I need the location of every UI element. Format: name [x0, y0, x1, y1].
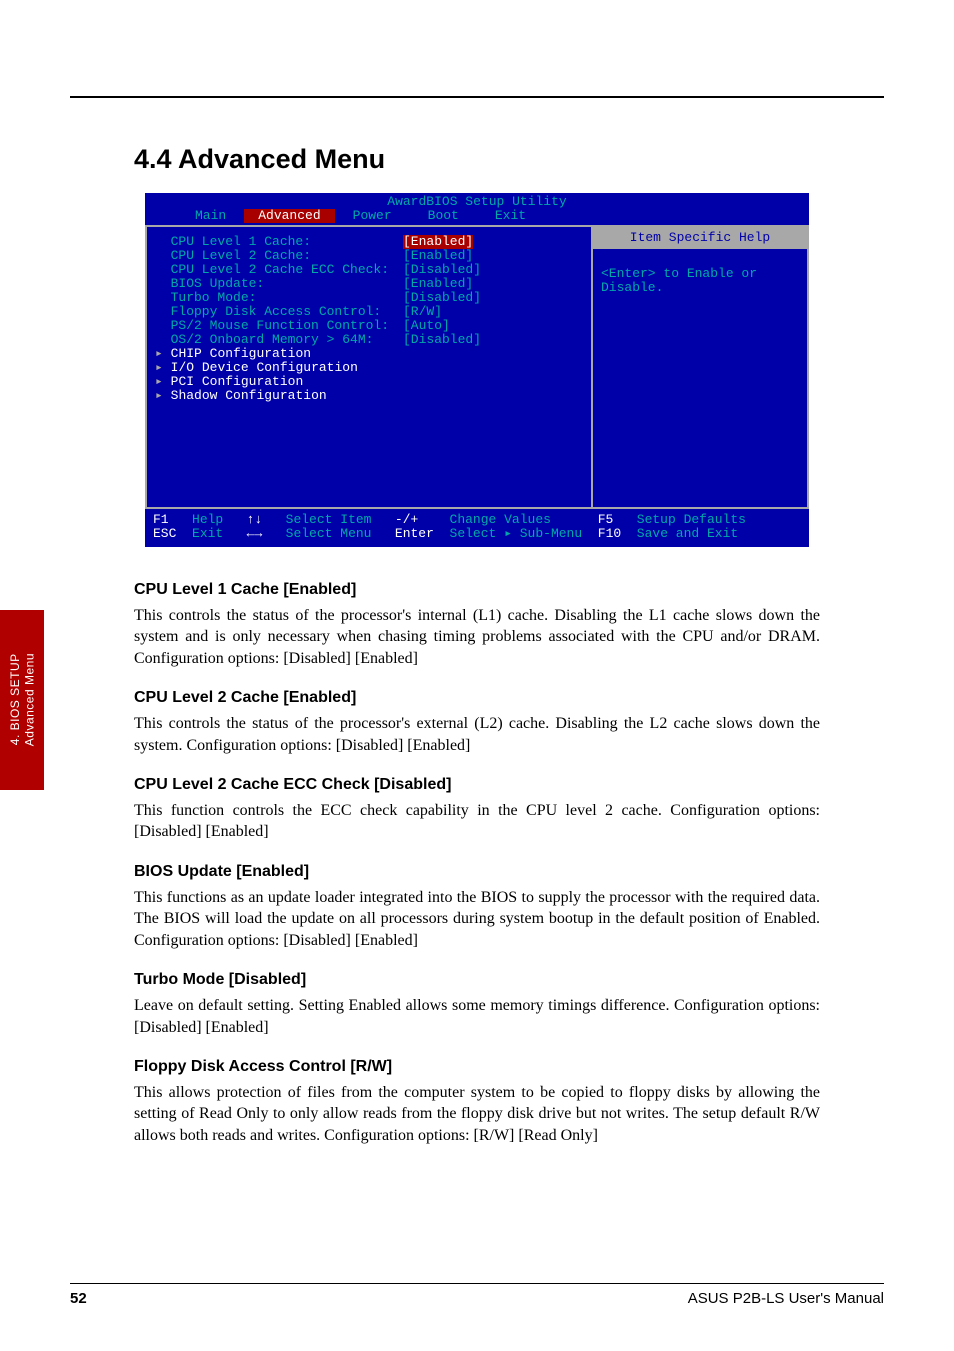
setting-body: This allows protection of files from the… [134, 1082, 820, 1147]
section-title: 4.4 Advanced Menu [134, 144, 884, 175]
bios-setting-row[interactable]: PS/2 Mouse Function Control: [Auto] [155, 319, 583, 333]
bios-submenu-item[interactable]: ▸ PCI Configuration [155, 375, 583, 389]
page-number: 52 [70, 1290, 87, 1307]
bios-footer: F1 Help ↑↓ Select Item -/+ Change Values… [145, 509, 809, 547]
setting-body: Leave on default setting. Setting Enable… [134, 995, 820, 1038]
submenu-arrow-icon: ▸ [155, 374, 171, 389]
bios-setting-value[interactable]: [Enabled] [403, 235, 473, 249]
bios-setting-row[interactable]: Turbo Mode: [Disabled] [155, 291, 583, 305]
bios-setting-label: PS/2 Mouse Function Control: [155, 319, 403, 333]
bios-setting-label: OS/2 Onboard Memory > 64M: [155, 333, 403, 347]
setting-body: This controls the status of the processo… [134, 605, 820, 670]
bios-setting-row[interactable]: CPU Level 1 Cache: [Enabled] [155, 235, 583, 249]
bios-window-title: AwardBIOS Setup Utility [145, 193, 809, 209]
submenu-arrow-icon: ▸ [155, 360, 171, 375]
setting-body: This function controls the ECC check cap… [134, 800, 820, 843]
bios-menu-power[interactable]: Power [335, 209, 410, 223]
setting-body: This functions as an update loader integ… [134, 887, 820, 952]
bios-submenu-item[interactable]: ▸ I/O Device Configuration [155, 361, 583, 375]
bios-setting-label: CPU Level 1 Cache: [155, 235, 403, 249]
doc-title: ASUS P2B-LS User's Manual [688, 1290, 884, 1307]
bios-setting-row[interactable]: CPU Level 2 Cache: [Enabled] [155, 249, 583, 263]
submenu-arrow-icon: ▸ [155, 388, 171, 403]
submenu-arrow-icon: ▸ [155, 346, 171, 361]
bios-help-panel: Item Specific Help <Enter> to Enable or … [593, 227, 807, 507]
bios-menu-boot[interactable]: Boot [410, 209, 477, 223]
bios-setting-label: Floppy Disk Access Control: [155, 305, 403, 319]
bios-setting-row[interactable]: BIOS Update: [Enabled] [155, 277, 583, 291]
bios-setting-value[interactable]: [Enabled] [403, 277, 473, 291]
setting-heading: CPU Level 1 Cache [Enabled] [134, 579, 820, 601]
bios-main-panel: CPU Level 1 Cache: [Enabled] CPU Level 2… [147, 227, 591, 507]
setting-heading: CPU Level 2 Cache [Enabled] [134, 687, 820, 709]
body-text: CPU Level 1 Cache [Enabled] This controls… [134, 579, 820, 1146]
bios-setting-row[interactable]: OS/2 Onboard Memory > 64M: [Disabled] [155, 333, 583, 347]
bios-menu-advanced[interactable]: Advanced [244, 209, 334, 223]
bios-help-title: Item Specific Help [593, 227, 807, 249]
bios-setting-label: BIOS Update: [155, 277, 403, 291]
page-footer: 52 ASUS P2B-LS User's Manual [70, 1283, 884, 1307]
setting-heading: Turbo Mode [Disabled] [134, 969, 820, 991]
bios-submenu-item[interactable]: ▸ Shadow Configuration [155, 389, 583, 403]
bios-setting-label: Turbo Mode: [155, 291, 403, 305]
header-rule [70, 80, 884, 98]
bios-screenshot: AwardBIOS Setup Utility Main Advanced Po… [145, 193, 809, 547]
bios-setting-label: CPU Level 2 Cache: [155, 249, 403, 263]
bios-menu-exit[interactable]: Exit [477, 209, 544, 223]
bios-setting-value[interactable]: [Disabled] [403, 291, 481, 305]
bios-setting-row[interactable]: CPU Level 2 Cache ECC Check: [Disabled] [155, 263, 583, 277]
bios-setting-value[interactable]: [Disabled] [403, 333, 481, 347]
setting-body: This controls the status of the processo… [134, 713, 820, 756]
bios-menu-main[interactable]: Main [177, 209, 244, 223]
bios-setting-value[interactable]: [R/W] [403, 305, 442, 319]
bios-setting-label: CPU Level 2 Cache ECC Check: [155, 263, 403, 277]
setting-heading: CPU Level 2 Cache ECC Check [Disabled] [134, 774, 820, 796]
bios-submenu-item[interactable]: ▸ CHIP Configuration [155, 347, 583, 361]
bios-menu-bar[interactable]: Main Advanced Power Boot Exit [145, 209, 809, 225]
bios-setting-value[interactable]: [Auto] [403, 319, 450, 333]
bios-setting-value[interactable]: [Enabled] [403, 249, 473, 263]
setting-heading: BIOS Update [Enabled] [134, 861, 820, 883]
bios-setting-row[interactable]: Floppy Disk Access Control: [R/W] [155, 305, 583, 319]
bios-setting-value[interactable]: [Disabled] [403, 263, 481, 277]
setting-heading: Floppy Disk Access Control [R/W] [134, 1056, 820, 1078]
bios-help-body: <Enter> to Enable or Disable. [601, 267, 799, 295]
